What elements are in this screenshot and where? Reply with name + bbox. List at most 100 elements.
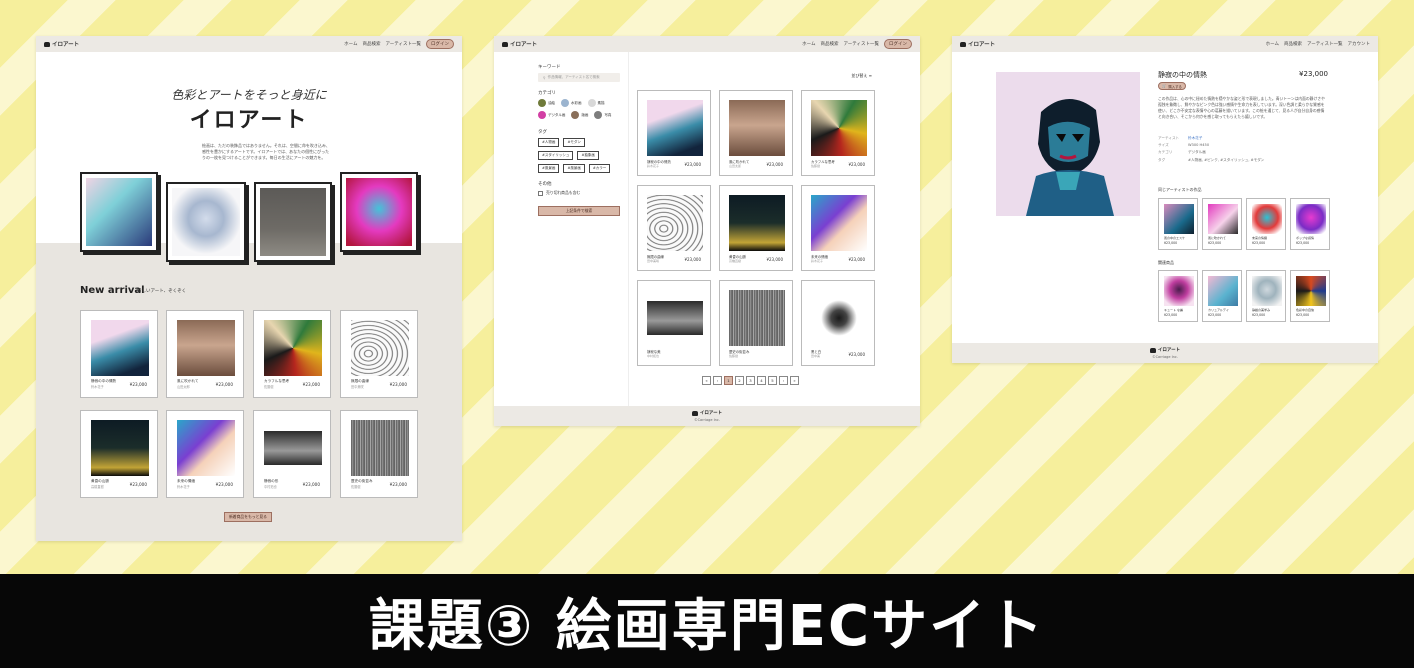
product-card[interactable]: 無限の曲線 田中美咲 ¥23,000 — [637, 185, 711, 271]
tag-chip[interactable]: #スタイリッシュ — [538, 151, 574, 160]
same-artist-card[interactable]: 未来の情緒 ¥23,000 — [1246, 198, 1286, 250]
product-card[interactable]: 未来の情緒 鈴木花子 ¥23,000 — [801, 185, 875, 271]
product-image — [811, 290, 867, 346]
same-artist-card[interactable]: 風に吹かれて ¥23,000 — [1202, 198, 1242, 250]
hero-artwork-3[interactable] — [254, 182, 332, 262]
nav-artists[interactable]: アーティスト一覧 — [844, 41, 879, 47]
hero-artwork-2[interactable] — [166, 182, 246, 262]
checkbox-box[interactable] — [538, 190, 543, 196]
category-watercolor[interactable]: 水彩画 — [561, 99, 582, 107]
product-card[interactable]: 歴史の街並み 佐藤健 — [719, 280, 793, 366]
sort-control[interactable]: 並び替え ≡ — [851, 73, 872, 79]
pager-page[interactable]: 5 — [768, 376, 777, 385]
category-digital[interactable]: デジタル画 — [538, 111, 565, 119]
product-artist: 高橋直樹 — [91, 485, 104, 489]
category-print[interactable]: 版画 — [571, 111, 588, 119]
sold-out-checkbox[interactable]: 売り切れ商品も含む — [538, 190, 628, 196]
tag-chip[interactable]: #風景画 — [538, 164, 560, 173]
tag-chip[interactable]: #人物画 — [538, 138, 560, 147]
related-card[interactable]: 静謐の美学み ¥23,000 — [1246, 270, 1286, 322]
pager-page[interactable]: 4 — [757, 376, 766, 385]
product-name: キュート な麗 — [1164, 308, 1183, 312]
category-oil[interactable]: 油絵 — [538, 99, 555, 107]
product-card[interactable]: 風に吹かれて 山田太郎 ¥23,000 — [166, 310, 244, 398]
nav-home[interactable]: ホーム — [802, 41, 815, 47]
category-drawing[interactable]: 素描 — [587, 99, 605, 107]
hero-artwork-4[interactable] — [340, 172, 418, 252]
product-image — [729, 195, 785, 251]
product-card[interactable]: 無限の曲線 田中美咲 ¥23,000 — [340, 310, 418, 398]
top-nav: イロアート ホーム 商品検索 アーティスト一覧 ログイン — [36, 36, 462, 52]
tag-chip[interactable]: #抽象画 — [577, 151, 599, 160]
product-card[interactable]: カラフルな思考 佐藤健 ¥23,000 — [801, 90, 875, 176]
pager-next[interactable]: › — [779, 376, 788, 385]
login-button[interactable]: ログイン — [884, 39, 912, 49]
product-artist: 高橋直樹 — [729, 259, 742, 263]
nav-search[interactable]: 商品検索 — [363, 41, 381, 47]
tag-chip[interactable]: #モダン — [563, 138, 585, 147]
product-price: ¥23,000 — [1296, 313, 1310, 317]
site-logo[interactable]: イロアート — [960, 40, 995, 48]
footer-logo[interactable]: イロアート — [1149, 347, 1180, 353]
category-photo[interactable]: 写真 — [594, 111, 611, 119]
product-price: ¥23,000 — [684, 257, 701, 262]
nav-account[interactable]: アカウント — [1348, 41, 1371, 47]
pager-page[interactable]: 1 — [724, 376, 733, 385]
product-artist: 山田太郎 — [729, 164, 742, 168]
same-artist-card[interactable]: ポップな感情 ¥23,000 — [1290, 198, 1330, 250]
keyword-search-input[interactable]: ⚲ 作品情報、アーティスト名で検索 — [538, 73, 620, 82]
tag-chip[interactable]: #カラー — [588, 164, 611, 173]
product-card[interactable]: 静寂な美 中村拓也 — [637, 280, 711, 366]
footer-logo[interactable]: イロアート — [691, 410, 722, 416]
product-price: ¥23,000 — [302, 482, 320, 487]
product-card[interactable]: カラフルな思考 佐藤健 ¥23,000 — [253, 310, 331, 398]
pager-prev[interactable]: ‹ — [713, 376, 722, 385]
site-logo[interactable]: イロアート — [502, 40, 537, 48]
nav-artists[interactable]: アーティスト一覧 — [386, 41, 421, 47]
related-card[interactable]: 色彩中の自信 ¥23,000 — [1290, 270, 1330, 322]
site-logo[interactable]: イロアート — [44, 40, 79, 48]
nav-search[interactable]: 商品検索 — [821, 41, 839, 47]
tag-chip[interactable]: #風景画 — [563, 164, 585, 173]
product-artist: 佐藤健 — [351, 485, 361, 489]
more-products-button[interactable]: 新着商品をもっと見る — [224, 512, 272, 522]
category-thumbnail — [561, 99, 569, 107]
nav-artists[interactable]: アーティスト一覧 — [1307, 41, 1342, 47]
artist-link[interactable]: 鈴木花子 — [1188, 135, 1202, 142]
product-card[interactable]: 歴史の街並み 佐藤健 ¥23,000 — [340, 410, 418, 498]
hero-artwork-1[interactable] — [80, 172, 158, 252]
product-card[interactable]: 風に吹かれて 山田太郎 ¥23,000 — [719, 90, 793, 176]
caption-bar: 課題③ 絵画専門ECサイト — [0, 574, 1414, 668]
product-artist: 鈴木花子 — [647, 164, 660, 168]
pager-page[interactable]: 3 — [746, 376, 755, 385]
product-card[interactable]: 黒と白 田中美 ¥23,000 — [801, 280, 875, 366]
login-button[interactable]: ログイン — [426, 39, 454, 49]
product-image — [177, 320, 235, 376]
same-artist-card[interactable]: 風の中のエスケ ¥23,000 — [1158, 198, 1198, 250]
related-card[interactable]: キュート な麗 ¥23,000 — [1158, 270, 1198, 322]
product-card[interactable]: 未来の情緒 鈴木花子 ¥23,000 — [166, 410, 244, 498]
product-artist: 鈴木花子 — [177, 485, 190, 489]
pager-first[interactable]: « — [702, 376, 711, 385]
pager-page[interactable]: 2 — [735, 376, 744, 385]
product-card[interactable]: 静寂の形 中村拓也 ¥23,000 — [253, 410, 331, 498]
product-artist: 田中美 — [811, 354, 821, 358]
product-card[interactable]: 静寂の中の情熱 鈴木花子 ¥23,000 — [80, 310, 158, 398]
nav-search[interactable]: 商品検索 — [1284, 41, 1302, 47]
keyword-placeholder: 作品情報、アーティスト名で検索 — [547, 75, 600, 79]
related-card[interactable]: カリュアルデイ ¥23,000 — [1202, 270, 1242, 322]
product-price: ¥23,000 — [684, 162, 701, 167]
search-submit-button[interactable]: 上記条件で検索 — [538, 206, 620, 216]
hero-tagline: 色彩とアートをそっと身近に — [171, 88, 327, 102]
related-heading: 関連商品 — [1158, 260, 1174, 265]
nav-home[interactable]: ホーム — [1266, 41, 1279, 47]
product-card[interactable]: 静寂の中の情熱 鈴木花子 ¥23,000 — [637, 90, 711, 176]
product-card[interactable]: 黄昏の山脈 高橋直樹 ¥23,000 — [719, 185, 793, 271]
screenshot-search-page: イロアート ホーム 商品検索 アーティスト一覧 ログイン キーワード ⚲ 作品情… — [494, 36, 920, 426]
pager-last[interactable]: » — [790, 376, 799, 385]
product-card[interactable]: 黄昏の山脈 高橋直樹 ¥23,000 — [80, 410, 158, 498]
purchase-button[interactable]: 🛒 購入する — [1158, 82, 1186, 90]
product-artist: 佐藤健 — [264, 385, 274, 389]
product-price: ¥23,000 — [1208, 241, 1222, 245]
nav-home[interactable]: ホーム — [344, 41, 357, 47]
